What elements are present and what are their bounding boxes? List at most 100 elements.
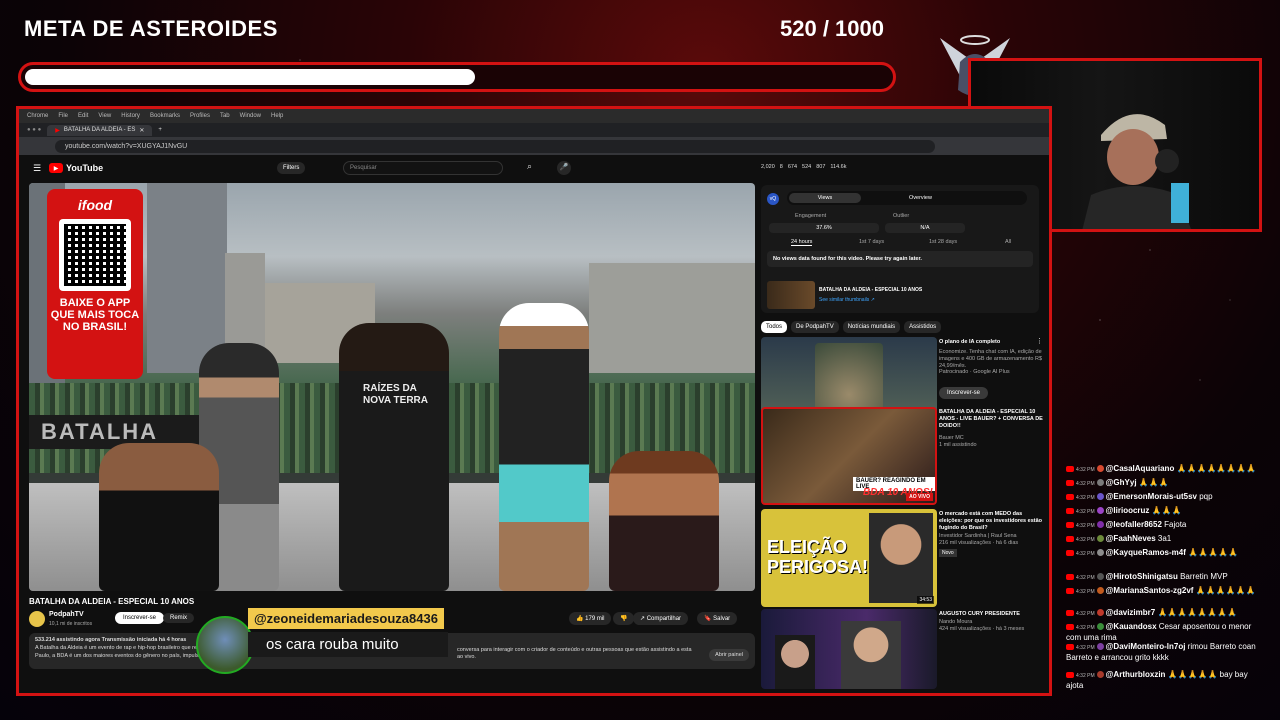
related-thumbnail[interactable]: BAUER? REAGINDO EM LIVE BDA 10 ANOS! AO … — [761, 407, 937, 505]
chip-all[interactable]: Todos — [761, 321, 788, 333]
like-button[interactable]: 👍 179 mil — [569, 612, 612, 625]
menu-item[interactable]: File — [58, 113, 68, 119]
range-7d[interactable]: 1st 7 days — [859, 239, 884, 245]
video-player[interactable]: BATALHA ifood BAIXE O APP QUE MAIS TOCA … — [29, 183, 755, 591]
menu-item[interactable]: Profiles — [190, 113, 210, 119]
chat-text: 🙏🙏🙏🙏🙏🙏🙏🙏 — [1157, 608, 1238, 617]
goal-progress-fill — [25, 69, 476, 85]
ifood-logo: ifood — [77, 197, 113, 213]
related-item[interactable]: AUGUSTO CURY PRESIDENTE Nando Moura 424 … — [761, 609, 1043, 689]
search-icon[interactable]: ⌕ — [527, 161, 532, 172]
goal-count: 520 / 1000 — [780, 16, 884, 41]
chip-from-channel[interactable]: De PodpahTV — [791, 321, 839, 333]
chat-message: 4:32 PM @davizimbr7 🙏🙏🙏🙏🙏🙏🙏🙏 — [1066, 608, 1266, 619]
chat-user: @GhYyj — [1105, 478, 1139, 487]
menu-item[interactable]: Window — [240, 113, 261, 119]
chat-avatar — [1096, 479, 1104, 487]
menu-item[interactable]: Help — [271, 113, 283, 119]
remix-button[interactable]: Remix — [163, 613, 195, 623]
dislike-button[interactable]: 👎 — [613, 612, 635, 625]
person — [609, 451, 719, 591]
close-tab-icon[interactable]: ✕ — [139, 127, 144, 134]
youtube-icon — [1066, 507, 1074, 514]
chat-user: @Iirioocruz — [1105, 506, 1152, 515]
panel-tabs: Views Overview — [787, 191, 1027, 205]
live-badge: AO VIVO — [906, 493, 933, 501]
range-24h[interactable]: 24 hours — [791, 239, 813, 246]
channel-subscribers: 10,1 mi de inscritos — [49, 621, 93, 627]
chat-avatar — [1096, 521, 1104, 529]
menu-item[interactable]: View — [98, 113, 111, 119]
open-panel-button[interactable]: Abrir painel — [709, 649, 749, 661]
thumb-face — [869, 513, 933, 603]
chat-user: @Arthurbloxzin — [1105, 670, 1168, 679]
chat-message: 4:32 PM @HirotoShinigatsu Barretin MVP — [1066, 572, 1266, 583]
chat-text: 🙏🙏🙏 — [1151, 506, 1182, 515]
chat-time: 4:32 PM — [1076, 495, 1095, 501]
chat-note: conversa para interagir com o criador de… — [457, 647, 692, 660]
range-28d[interactable]: 1st 28 days — [929, 239, 957, 245]
qr-code — [59, 219, 131, 291]
chat-time: 4:32 PM — [1076, 645, 1095, 651]
channel-name[interactable]: PodpahTV — [49, 611, 84, 618]
related-title: BATALHA DA ALDEIA - ESPECIAL 10 ANOS - L… — [939, 409, 1043, 429]
youtube-play-icon: ▶ — [49, 163, 63, 173]
similar-thumbnails-link[interactable]: See similar thumbnails ↗ — [819, 297, 875, 303]
browser-tab-bar: ● ● ● ▶ BATALHA DA ALDEIA - ES ✕ + — [19, 123, 1049, 137]
chip-watched[interactable]: Assistidos — [904, 321, 942, 333]
youtube-icon — [1066, 479, 1074, 486]
chat-message: 4:32 PM @Arthurbloxzin 🙏🙏🙏🙏🙏 bay bay ajot… — [1066, 670, 1266, 690]
no-data-message: No views data found for this video. Plea… — [767, 251, 1033, 267]
stat-total: 114.6k — [830, 164, 847, 170]
ad-subscribe-button[interactable]: Inscrever-se — [939, 387, 989, 399]
new-tab-icon[interactable]: + — [158, 127, 162, 133]
chat-message: 4:32 PM @FaahNeves 3a1 — [1066, 534, 1266, 545]
related-item[interactable]: ELEIÇÃO PERIGOSA! 34:53 O mercado está c… — [761, 509, 1043, 609]
chat-time: 4:32 PM — [1076, 551, 1095, 557]
tab-overview[interactable]: Overview — [899, 193, 942, 203]
more-options-icon[interactable]: ⋮ — [1036, 337, 1043, 345]
goal-title: META DE ASTEROIDES — [24, 16, 278, 41]
filters-button[interactable]: Filters — [277, 162, 306, 174]
chat-text: 🙏🙏🙏 — [1138, 478, 1169, 487]
youtube-icon — [1066, 671, 1074, 678]
chat-text: 🙏🙏🙏🙏🙏🙏🙏🙏 — [1176, 464, 1257, 473]
chat-time: 4:32 PM — [1076, 673, 1095, 679]
related-thumbnail[interactable] — [761, 609, 937, 689]
youtube-icon — [1066, 549, 1074, 556]
range-all[interactable]: All — [1005, 239, 1011, 245]
menu-item[interactable]: Edit — [78, 113, 88, 119]
save-button[interactable]: 🔖 Salvar — [697, 612, 738, 625]
related-thumbnail[interactable]: ELEIÇÃO PERIGOSA! 34:53 — [761, 509, 937, 607]
menu-item[interactable]: History — [121, 113, 140, 119]
window-controls-icon[interactable]: ● ● ● — [27, 127, 41, 133]
chat-time: 4:32 PM — [1076, 537, 1095, 543]
outlier-label: Outlier — [893, 213, 910, 219]
menu-item[interactable]: Tab — [220, 113, 230, 119]
menu-item[interactable]: Bookmarks — [150, 113, 180, 119]
chat-user: @Kauandosx — [1105, 622, 1159, 631]
search-input[interactable]: Pesquisar — [343, 161, 503, 175]
mini-thumbnail[interactable] — [767, 281, 815, 309]
youtube-icon — [1066, 623, 1074, 630]
youtube-logo[interactable]: ▶ YouTube — [49, 163, 103, 173]
subscribe-button[interactable]: Inscrever-se — [115, 612, 165, 624]
address-bar[interactable]: youtube.com/watch?v=XUGYAJ1NvGU — [55, 139, 935, 153]
new-badge: Novo — [939, 549, 957, 557]
tab-views[interactable]: Views — [789, 193, 861, 203]
extension-logo-icon: vQ — [767, 193, 779, 205]
chat-avatar — [1096, 507, 1104, 515]
chat-text: Fajota — [1164, 520, 1187, 529]
building — [589, 263, 755, 373]
chip-world-news[interactable]: Notícias mundiais — [842, 321, 901, 333]
chat-time: 4:32 PM — [1076, 523, 1095, 529]
channel-avatar[interactable] — [29, 611, 45, 627]
menu-item[interactable]: Chrome — [27, 113, 48, 119]
microphone-icon[interactable]: 🎤 — [557, 161, 571, 175]
featured-chat-user: @zeoneidemariadesouza8436 — [248, 608, 444, 629]
browser-tab[interactable]: ▶ BATALHA DA ALDEIA - ES ✕ — [47, 124, 153, 136]
share-button[interactable]: ↗ Compartilhar — [633, 612, 689, 625]
related-item[interactable]: BAUER? REAGINDO EM LIVE BDA 10 ANOS! AO … — [761, 407, 1043, 507]
chat-message: 4:32 PM @leofaller8652 Fajota — [1066, 520, 1266, 531]
hamburger-menu-icon[interactable]: ☰ — [33, 163, 41, 174]
